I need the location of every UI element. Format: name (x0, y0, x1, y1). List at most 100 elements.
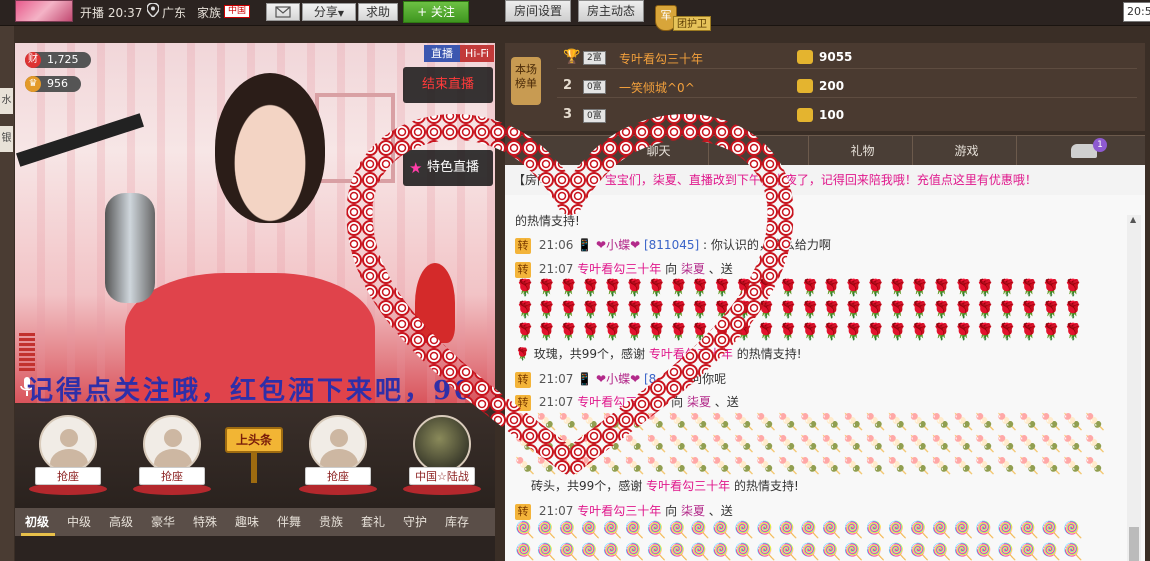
chat-scrollbar[interactable]: ▲ (1127, 215, 1141, 561)
help-button[interactable]: 求助 (358, 3, 398, 21)
tab-gift-high[interactable]: 高级 (109, 508, 133, 536)
car-count-badge: 1 (1093, 138, 1107, 152)
tab-gifts[interactable]: 礼物 (813, 136, 913, 166)
lollipop-gift-row: 🍭🍭🍭🍭🍭🍭🍭🍭🍭🍭🍭🍭🍭🍭🍭🍭🍭🍭🍭🍭🍭🍭🍭🍭🍭🍭 (515, 542, 1085, 561)
live-status: 开播 20:37 (80, 6, 143, 20)
marquee-banner: 记得点关注哦，红包洒下来吧，90 (15, 368, 495, 402)
chat-host-name[interactable]: 柒夏 (681, 262, 705, 276)
tab-gift-noble[interactable]: 贵族 (319, 508, 343, 536)
microphone (105, 193, 155, 303)
rank-row[interactable]: 3 0富 100 (557, 105, 1137, 127)
gift-category-tabs: 初级 中级 高级 豪华 特殊 趣味 伴舞 贵族 套礼 守护 库存 (15, 508, 495, 536)
forward-icon[interactable]: 转 (515, 395, 531, 411)
scroll-up-arrow-icon[interactable]: ▲ (1130, 215, 1136, 224)
seat-area: 抢座 抢座 上头条 抢座 中国☆陆战 (15, 405, 495, 508)
follow-button[interactable]: + 关注 (403, 1, 469, 23)
scroll-thumb[interactable] (1129, 527, 1139, 561)
tab-gift-special[interactable]: 特殊 (193, 508, 217, 536)
fans-count: 956 (47, 77, 68, 90)
rank-row[interactable]: 2 0富 一笑倾城^0^ 200 (557, 76, 1137, 98)
chat-user-name[interactable]: ❤小蝶❤ (596, 238, 640, 252)
chat-user-name[interactable]: 专叶看勾三 (577, 395, 637, 409)
rank-value: 9055 (819, 50, 853, 64)
hifi-tag: Hi-Fi (460, 45, 494, 62)
headline-sign-button[interactable]: 上头条 (225, 427, 283, 487)
lollipop-gift-row: 🍭🍭🍭🍭🍭🍭🍭🍭🍭🍭🍭🍭🍭🍭🍭🍭🍭🍭🍭🍭🍭🍭🍭🍭🍭🍭 (515, 520, 1085, 539)
tab-hidden[interactable] (709, 136, 809, 166)
coin-icon (797, 50, 813, 64)
rose-icon: 🌹 (515, 347, 530, 361)
rank-row[interactable]: 🏆 2富 专叶看勾三十年 9055 (557, 47, 1137, 69)
empty-seat-avatar-icon (143, 415, 201, 473)
side-tab-2[interactable]: 银 (0, 126, 13, 152)
chat-user-id[interactable]: [8 (644, 372, 656, 386)
chat-user-id[interactable]: [811045] (644, 238, 699, 252)
tab-gift-guard[interactable]: 守护 (403, 508, 427, 536)
forward-icon[interactable]: 转 (515, 262, 531, 278)
coin-icon (797, 108, 813, 122)
message-button[interactable] (266, 3, 300, 21)
rose-gift-row: 🌹🌹🌹🌹🌹🌹🌹🌹🌹🌹🌹🌹🌹🌹🌹🌹🌹🌹🌹🌹🌹🌹🌹🌹🌹🌹 (515, 278, 1085, 297)
volume-meter (19, 333, 35, 373)
rank-value: 200 (819, 79, 845, 93)
chat-message: 砖头，共99个，感谢 专叶看勾三十年 的热情支持! (531, 479, 799, 493)
side-tab-1[interactable]: 水 (0, 88, 13, 114)
phone-icon: 📱 (577, 238, 593, 252)
owner-dynamics-button[interactable]: 房主动态 (578, 0, 644, 22)
chat-message: 的热情支持! (515, 214, 580, 228)
tab-gift-dance[interactable]: 伴舞 (277, 508, 301, 536)
location-text: 广东 (162, 6, 187, 20)
seat-2[interactable]: 抢座 (133, 415, 211, 501)
share-button[interactable]: 分享▼ (302, 3, 356, 21)
tab-gift-luxury[interactable]: 豪华 (151, 508, 175, 536)
rank-number: 2 (563, 78, 573, 93)
chat-message: 🌹 玫瑰，共99个，感谢 专叶看勾三十年 的热情支持! (515, 347, 802, 361)
chat-user-name[interactable]: 专叶看勾三十年 (577, 504, 661, 518)
host-avatar[interactable] (15, 0, 73, 22)
rose-gift-row: 🌹🌹🌹🌹🌹🌹🌹🌹🌹🌹🌹🌹🌹🌹🌹🌹🌹🌹🌹🌹🌹🌹🌹🌹🌹🌹 (515, 300, 1085, 319)
grab-seat-label: 抢座 (305, 467, 371, 485)
rich-level-badge: 2富 (583, 51, 606, 65)
tab-chat[interactable]: 聊天 (609, 136, 709, 166)
live-tag: 直播 (424, 45, 460, 62)
chat-panel: 【房间 宝宝们，柒夏、直播改到下午，半夜了，记得回来陪我哦！充值点这里有优惠哦！… (505, 165, 1145, 561)
end-live-button[interactable]: 结束直播 (403, 67, 493, 103)
forward-icon[interactable]: 转 (515, 372, 531, 388)
room-settings-button[interactable]: 房间设置 (505, 0, 571, 22)
chat-message: 转 21:07 📱 ❤小蝶❤ [8 问你呢 (515, 370, 726, 388)
ranking-label[interactable]: 本场榜单 (511, 57, 541, 105)
fans-badge: ♛ 956 (25, 76, 81, 92)
chat-message: 转 21:07 专叶看勾三十年 向 柒夏 、送 (515, 502, 733, 520)
star-icon: ★ (409, 159, 423, 177)
special-live-button[interactable]: ★ 特色直播 (403, 150, 493, 186)
rank-value: 100 (819, 108, 845, 122)
tab-gift-basic[interactable]: 初级 (25, 508, 49, 536)
room-announcement[interactable]: 【房间 宝宝们，柒夏、直播改到下午，半夜了，记得回来陪我哦！充值点这里有优惠哦！ (505, 165, 1145, 195)
tab-gift-fun[interactable]: 趣味 (235, 508, 259, 536)
seat-1[interactable]: 抢座 (29, 415, 107, 501)
tab-gift-set[interactable]: 套礼 (361, 508, 385, 536)
seat-3[interactable]: 抢座 (299, 415, 377, 501)
rank-number: 3 (563, 107, 573, 122)
family-label: 家族 (197, 6, 222, 20)
gift-list (15, 536, 495, 561)
family-flag: 中国 (224, 5, 251, 18)
popsicle-gift-row: 🍡🍡🍡🍡🍡🍡🍡🍡🍡🍡🍡🍡🍡🍡🍡🍡🍡🍡🍡🍡🍡🍡🍡🍡🍡🍡🍡 (515, 412, 1107, 431)
rich-level-badge: 0富 (583, 80, 606, 94)
mail-icon (275, 6, 291, 18)
chat-message: 转 21:06 📱 ❤小蝶❤ [811045] : 你认识的，这么给力啊 (515, 236, 831, 254)
tab-gift-inventory[interactable]: 库存 (445, 508, 469, 536)
chat-user-name[interactable]: 专叶看勾三十年 (577, 262, 661, 276)
chat-message: 转 21:07 专叶看勾三十年 向 柒夏 、送 (515, 260, 733, 278)
left-side-strip: 水 银 (0, 26, 14, 561)
guard-label: 团护卫 (673, 16, 711, 31)
forward-icon[interactable]: 转 (515, 238, 531, 254)
forward-icon[interactable]: 转 (515, 504, 531, 520)
headline-label: 上头条 (225, 427, 283, 453)
tab-games[interactable]: 游戏 (917, 136, 1017, 166)
chat-message: 转 21:07 专叶看勾三 向 柒夏 、送 (515, 393, 739, 411)
seat-4[interactable]: 中国☆陆战 (403, 415, 481, 501)
guard-group-button[interactable]: 军 团护卫 (655, 5, 719, 35)
chat-user-name[interactable]: ❤小蝶❤ (596, 372, 640, 386)
tab-gift-mid[interactable]: 中级 (67, 508, 91, 536)
